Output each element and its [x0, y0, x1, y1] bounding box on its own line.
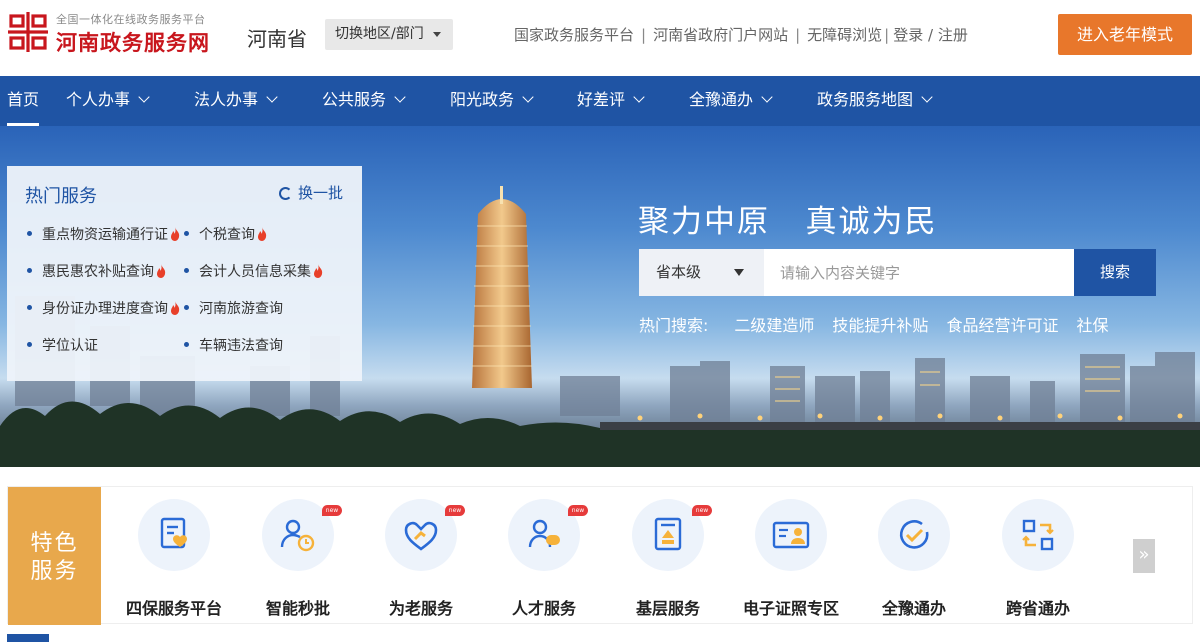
nav-open-government[interactable]: 阳光政务	[450, 76, 534, 126]
nav-corporate[interactable]: 法人办事	[194, 76, 278, 126]
hero-banner: 热门服务 换一批 重点物资运输通行证 个税查询 惠民惠农补贴查询 会计人员信息采…	[0, 126, 1200, 467]
banner-slogan: 聚力中原 真诚为民	[638, 204, 938, 240]
logo-subtitle: 全国一体化在线政务服务平台	[56, 13, 206, 26]
link-accessibility[interactable]: 无障碍浏览	[807, 26, 882, 44]
featured-item[interactable]: new 为老服务	[365, 499, 475, 619]
hot-service-item[interactable]: 学位认证	[27, 335, 98, 355]
refresh-button[interactable]: 换一批	[279, 182, 343, 203]
fire-icon	[171, 227, 180, 241]
fire-icon	[157, 264, 166, 278]
heart-hand-icon: new	[385, 499, 465, 571]
users-icon: new	[508, 499, 588, 571]
link-national-platform[interactable]: 国家政务服务平台	[514, 26, 634, 44]
building-doc-icon: new	[632, 499, 712, 571]
hot-service-item[interactable]: 会计人员信息采集	[184, 261, 323, 281]
search-scope-select[interactable]: 省本级	[639, 249, 764, 296]
featured-item[interactable]: 全豫通办	[858, 499, 968, 619]
hot-search-link[interactable]: 食品经营许可证	[946, 316, 1058, 335]
featured-services: 特色 服务 四保服务平台 new 智能秒批 new 为老服务 new 人才服务 …	[7, 486, 1193, 625]
switch-region-button[interactable]: 切换地区/部门	[325, 19, 453, 50]
hot-search-link[interactable]: 社保	[1076, 316, 1108, 335]
new-badge: new	[692, 505, 712, 516]
featured-item[interactable]: 跨省通办	[982, 499, 1092, 619]
user-clock-icon: new	[262, 499, 342, 571]
nav-home[interactable]: 首页	[7, 76, 40, 126]
featured-item[interactable]: 四保服务平台	[118, 499, 228, 619]
featured-item[interactable]: new 基层服务	[612, 499, 722, 619]
hot-search-link[interactable]: 二级建造师	[734, 316, 814, 335]
hot-service-item[interactable]: 个税查询	[184, 224, 267, 244]
hot-services-title: 热门服务	[25, 186, 97, 207]
document-heart-icon	[138, 499, 210, 571]
refresh-icon	[279, 187, 292, 200]
hot-service-item[interactable]: 身份证办理进度查询	[27, 298, 180, 318]
hot-service-item[interactable]: 车辆违法查询	[184, 335, 283, 355]
check-circle-icon	[878, 499, 950, 571]
top-links: 国家政务服务平台 | 河南省政府门户网站 | 无障碍浏览 | 登录 / 注册	[514, 26, 968, 44]
triangle-down-icon	[734, 269, 744, 276]
featured-item[interactable]: new 人才服务	[488, 499, 598, 619]
switch-region-label: 切换地区/部门	[335, 26, 424, 42]
link-login-register[interactable]: 登录 / 注册	[893, 26, 968, 44]
hot-search-label: 热门搜索:	[639, 316, 709, 335]
elder-mode-button[interactable]: 进入老年模式	[1058, 14, 1192, 55]
hot-search-link[interactable]: 技能提升补贴	[832, 316, 928, 335]
chevron-down-icon	[761, 91, 773, 103]
search-input[interactable]	[764, 249, 1074, 296]
search-button[interactable]: 搜索	[1074, 249, 1156, 296]
nav-province-wide[interactable]: 全豫通办	[689, 76, 773, 126]
logo-title[interactable]: 河南政务服务网	[56, 27, 210, 57]
featured-item[interactable]: new 智能秒批	[242, 499, 352, 619]
chevron-down-icon	[921, 91, 933, 103]
id-card-icon	[755, 499, 827, 571]
nav-service-map[interactable]: 政务服务地图	[817, 76, 933, 126]
featured-label: 特色 服务	[8, 487, 101, 625]
hot-service-item[interactable]: 河南旅游查询	[184, 298, 283, 318]
province-name: 河南省	[247, 27, 307, 51]
caret-down-icon	[433, 32, 441, 37]
nav-evaluation[interactable]: 好差评	[577, 76, 645, 126]
hot-search-row: 热门搜索: 二级建造师 技能提升补贴 食品经营许可证 社保	[639, 312, 1126, 336]
search-bar: 省本级 搜索	[639, 249, 1156, 296]
logo-icon[interactable]	[8, 10, 48, 54]
link-provincial-portal[interactable]: 河南省政府门户网站	[653, 26, 788, 44]
nav-personal[interactable]: 个人办事	[66, 76, 150, 126]
main-nav: 首页 个人办事 法人办事 公共服务 阳光政务 好差评 全豫通办 政务服务地图	[0, 76, 1200, 126]
fire-icon	[258, 227, 267, 241]
hot-service-item[interactable]: 重点物资运输通行证	[27, 224, 180, 244]
chevron-down-icon	[266, 91, 278, 103]
chevron-down-icon	[394, 91, 406, 103]
header: 全国一体化在线政务服务平台 河南政务服务网 河南省 切换地区/部门 国家政务服务…	[0, 0, 1200, 76]
transfer-icon	[1002, 499, 1074, 571]
hot-service-item[interactable]: 惠民惠农补贴查询	[27, 261, 166, 281]
chevron-down-icon	[633, 91, 645, 103]
new-badge: new	[568, 505, 588, 516]
featured-item[interactable]: 电子证照专区	[735, 499, 845, 619]
fire-icon	[171, 301, 180, 315]
next-arrow-button[interactable]: »	[1133, 539, 1155, 573]
hot-services-panel: 热门服务 换一批 重点物资运输通行证 个税查询 惠民惠农补贴查询 会计人员信息采…	[7, 166, 362, 381]
new-badge: new	[445, 505, 465, 516]
chevron-down-icon	[522, 91, 534, 103]
nav-public-service[interactable]: 公共服务	[322, 76, 406, 126]
fire-icon	[314, 264, 323, 278]
new-badge: new	[322, 505, 342, 516]
bottom-tab-marker	[7, 634, 49, 642]
chevron-down-icon	[138, 91, 150, 103]
